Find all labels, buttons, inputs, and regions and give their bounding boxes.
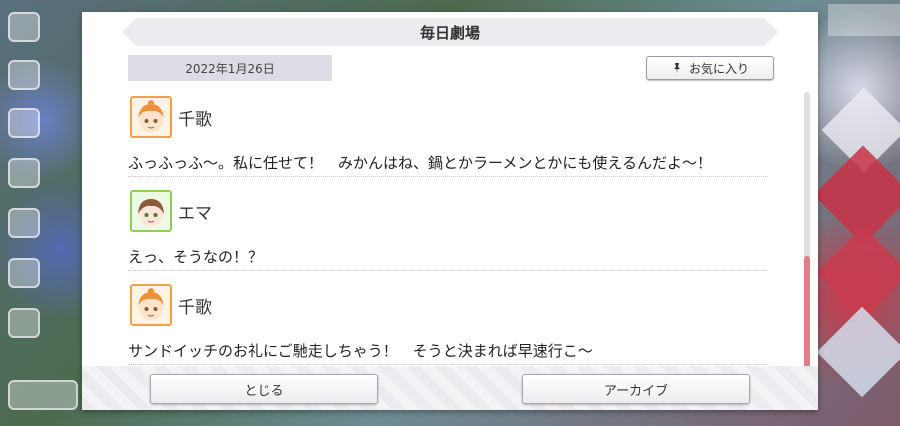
chika-avatar bbox=[130, 96, 172, 138]
pin-icon bbox=[673, 63, 680, 73]
daily-theater-dialog: 毎日劇場 2022年1月26日 お気に入り 千歌 ふっふっふ〜。私に任せて！ み… bbox=[82, 12, 818, 410]
divider bbox=[128, 364, 768, 365]
speaker-name: 千歌 bbox=[178, 110, 212, 130]
dialogue-text: サンドイッチのお礼にご馳走しちゃう！ そうと決まれば早速行こ〜 bbox=[128, 342, 593, 360]
divider bbox=[128, 176, 768, 177]
menu-icon[interactable] bbox=[8, 12, 40, 42]
chika-avatar bbox=[130, 284, 172, 326]
dialogue-text: ふっふっふ〜。私に任せて！ みかんはね、鍋とかラーメンとかにも使えるんだよ〜！ bbox=[128, 154, 712, 172]
gift-icon[interactable] bbox=[8, 158, 40, 188]
speaker-name: エマ bbox=[178, 204, 212, 224]
banner-tile[interactable] bbox=[816, 306, 900, 398]
banner-tile[interactable] bbox=[816, 226, 900, 320]
speaker-name: 千歌 bbox=[178, 298, 212, 318]
banner-tile[interactable] bbox=[813, 145, 900, 245]
archive-button[interactable]: アーカイブ bbox=[522, 374, 750, 404]
fullscreen-icon[interactable] bbox=[8, 308, 40, 338]
divider bbox=[128, 270, 768, 271]
close-button[interactable]: とじる bbox=[150, 374, 378, 404]
chat-icon[interactable] bbox=[8, 60, 40, 90]
dialog-title: 毎日劇場 bbox=[122, 18, 778, 46]
camera-icon[interactable] bbox=[8, 258, 40, 288]
event-icon[interactable] bbox=[8, 108, 40, 138]
emma-avatar bbox=[130, 190, 172, 232]
favorite-button[interactable]: お気に入り bbox=[646, 56, 774, 80]
video-icon[interactable] bbox=[8, 208, 40, 238]
dialogue-log[interactable]: 千歌 ふっふっふ〜。私に任せて！ みかんはね、鍋とかラーメンとかにも使えるんだよ… bbox=[128, 94, 770, 376]
scrollbar-thumb[interactable] bbox=[804, 256, 810, 376]
status-widget bbox=[828, 4, 900, 36]
item-icon[interactable] bbox=[8, 380, 78, 410]
favorite-label: お気に入り bbox=[688, 61, 749, 76]
dialogue-text: えっ、そうなの！？ bbox=[128, 248, 264, 266]
date-label: 2022年1月26日 bbox=[128, 55, 332, 81]
